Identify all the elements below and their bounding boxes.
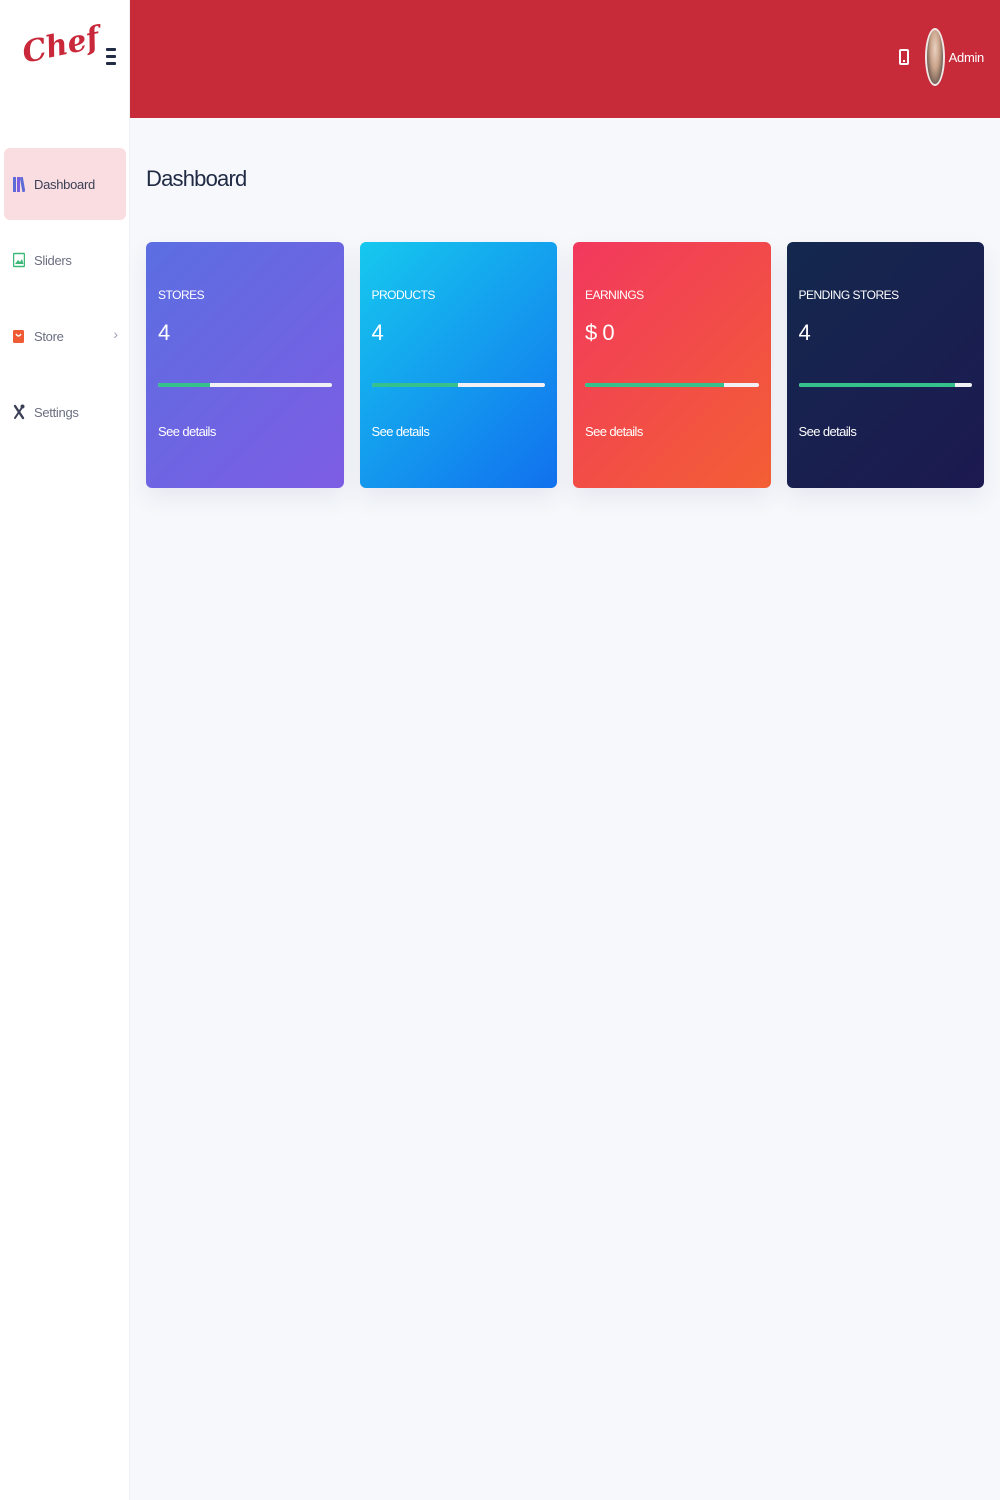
books-icon: [12, 175, 26, 193]
menu-toggle-icon[interactable]: [106, 48, 118, 68]
card-value: 4: [371, 320, 384, 345]
card-value: 4: [158, 320, 170, 345]
store-icon: [12, 327, 26, 345]
sidebar-nav: Dashboard Sliders Store › Settings: [0, 148, 130, 452]
progress-fill: [371, 383, 459, 387]
avatar[interactable]: [924, 28, 945, 86]
chevron-right-icon: ›: [113, 326, 118, 342]
earnings-card: EARNINGS $ 0 See details: [573, 242, 771, 488]
sidebar-item-store[interactable]: Store ›: [4, 300, 126, 372]
top-header: Admin: [130, 0, 1000, 118]
progress-fill: [158, 383, 211, 387]
progress-bar: [158, 383, 332, 387]
card-value: 4: [798, 320, 811, 345]
user-name-link[interactable]: Admin: [949, 50, 985, 65]
progress-fill: [798, 383, 955, 387]
page-title: Dashboard: [146, 166, 247, 191]
sidebar-item-label: Dashboard: [34, 176, 95, 192]
progress-bar: [798, 383, 972, 387]
card-label: EARNINGS: [585, 288, 644, 302]
see-details-link[interactable]: See details: [585, 424, 643, 439]
sidebar-item-settings[interactable]: Settings: [4, 376, 126, 448]
progress-bar: [371, 383, 545, 387]
sidebar-item-label: Settings: [34, 404, 79, 420]
products-card: PRODUCTS 4 See details: [359, 242, 557, 488]
progress-bar: [585, 383, 759, 387]
card-label: STORES: [158, 288, 205, 302]
sidebar-item-dashboard[interactable]: Dashboard: [4, 148, 126, 220]
brand-area: Chef: [0, 0, 130, 118]
sidebar-item-sliders[interactable]: Sliders: [4, 224, 126, 296]
see-details-link[interactable]: See details: [158, 424, 216, 439]
progress-fill: [585, 383, 724, 387]
see-details-link[interactable]: See details: [799, 424, 857, 439]
sidebar: Chef Dashboard Sliders Store › Settings: [0, 0, 130, 1500]
sidebar-item-label: Sliders: [34, 252, 72, 268]
pending-stores-card: PENDING STORES 4 See details: [786, 242, 984, 488]
card-value: $ 0: [585, 320, 615, 345]
phone-icon[interactable]: [898, 49, 909, 65]
card-label: PENDING STORES: [798, 288, 900, 302]
see-details-link[interactable]: See details: [372, 424, 430, 439]
sidebar-item-label: Store: [34, 328, 64, 344]
header-user-area: Admin: [898, 28, 985, 86]
card-label: PRODUCTS: [371, 288, 436, 302]
image-icon: [12, 251, 26, 269]
stores-card: STORES 4 See details: [146, 242, 344, 488]
stat-cards: STORES 4 See details PRODUCTS 4 See deta…: [146, 242, 984, 488]
tools-icon: [12, 403, 26, 421]
chef-logo[interactable]: Chef: [19, 20, 102, 70]
